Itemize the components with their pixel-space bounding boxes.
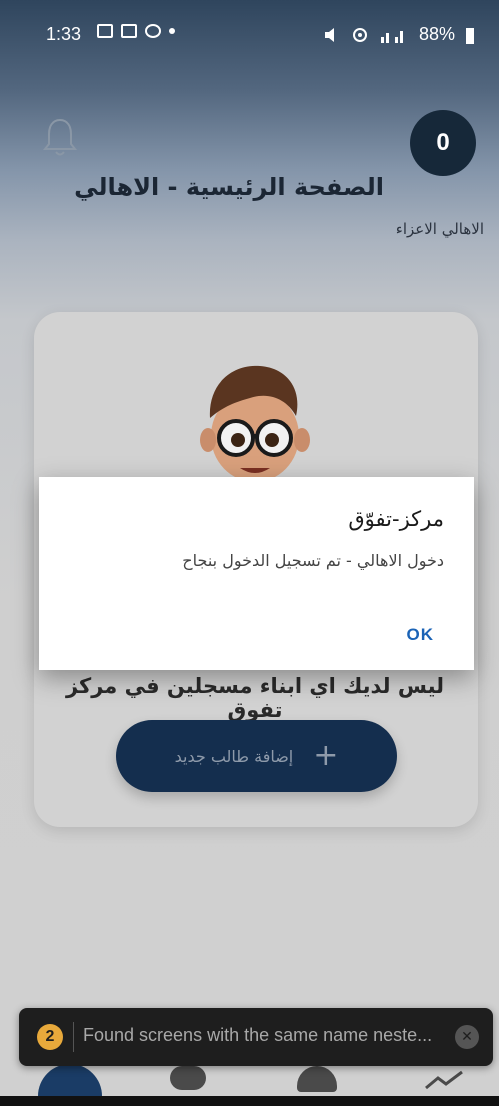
app-screen: 1:33 88% 0 الصفحة الرئيسية - الاهالي الا… <box>0 0 499 1106</box>
dot-icon <box>169 28 175 34</box>
no-children-message: ليس لديك اي ابناء مسجلين في مركز تفوق <box>65 674 445 722</box>
add-student-button[interactable]: + إضافة طالب جديد <box>116 720 397 792</box>
chart-icon[interactable] <box>424 1070 464 1090</box>
system-nav-bar <box>0 1096 499 1106</box>
status-bar: 1:33 88% <box>0 0 499 66</box>
hotspot-icon <box>352 27 367 42</box>
battery-icon <box>466 27 474 44</box>
person-icon[interactable] <box>297 1066 337 1092</box>
image-icon <box>97 24 113 38</box>
status-time: 1:33 <box>46 24 82 44</box>
plus-icon: + <box>313 738 339 773</box>
toast-count-badge: 2 <box>37 1024 63 1050</box>
signal-icon <box>380 30 403 43</box>
toast-message: Found screens with the same name neste..… <box>83 1025 433 1045</box>
add-student-label: إضافة طالب جديد <box>174 746 294 766</box>
notification-counter[interactable]: 0 <box>410 110 476 176</box>
mute-icon <box>324 27 334 42</box>
facebook-icon <box>145 24 161 38</box>
page-title: الصفحة الرئيسية - الاهالي <box>74 173 384 201</box>
battery-percent: 88% <box>418 24 455 44</box>
bell-icon[interactable] <box>40 116 80 160</box>
warning-toast[interactable]: 2 Found screens with the same name neste… <box>19 1008 493 1066</box>
status-system-icons: 88% <box>323 24 475 45</box>
dialog-ok-button[interactable]: OK <box>407 625 435 645</box>
dialog-title: مركز-تفوّق <box>348 507 444 531</box>
avatar-illustration <box>200 365 310 482</box>
linkedin-icon <box>121 24 137 38</box>
close-icon[interactable]: ✕ <box>455 1025 479 1049</box>
dialog-message: دخول الاهالي - تم تسجيل الدخول بنجاح <box>182 551 444 570</box>
chat-icon[interactable] <box>170 1066 206 1090</box>
toast-divider <box>73 1022 74 1052</box>
login-success-dialog: مركز-تفوّق دخول الاهالي - تم تسجيل الدخو… <box>39 477 474 670</box>
page-subtitle: الاهالي الاعزاء <box>395 220 484 238</box>
status-notification-icons <box>97 24 175 38</box>
